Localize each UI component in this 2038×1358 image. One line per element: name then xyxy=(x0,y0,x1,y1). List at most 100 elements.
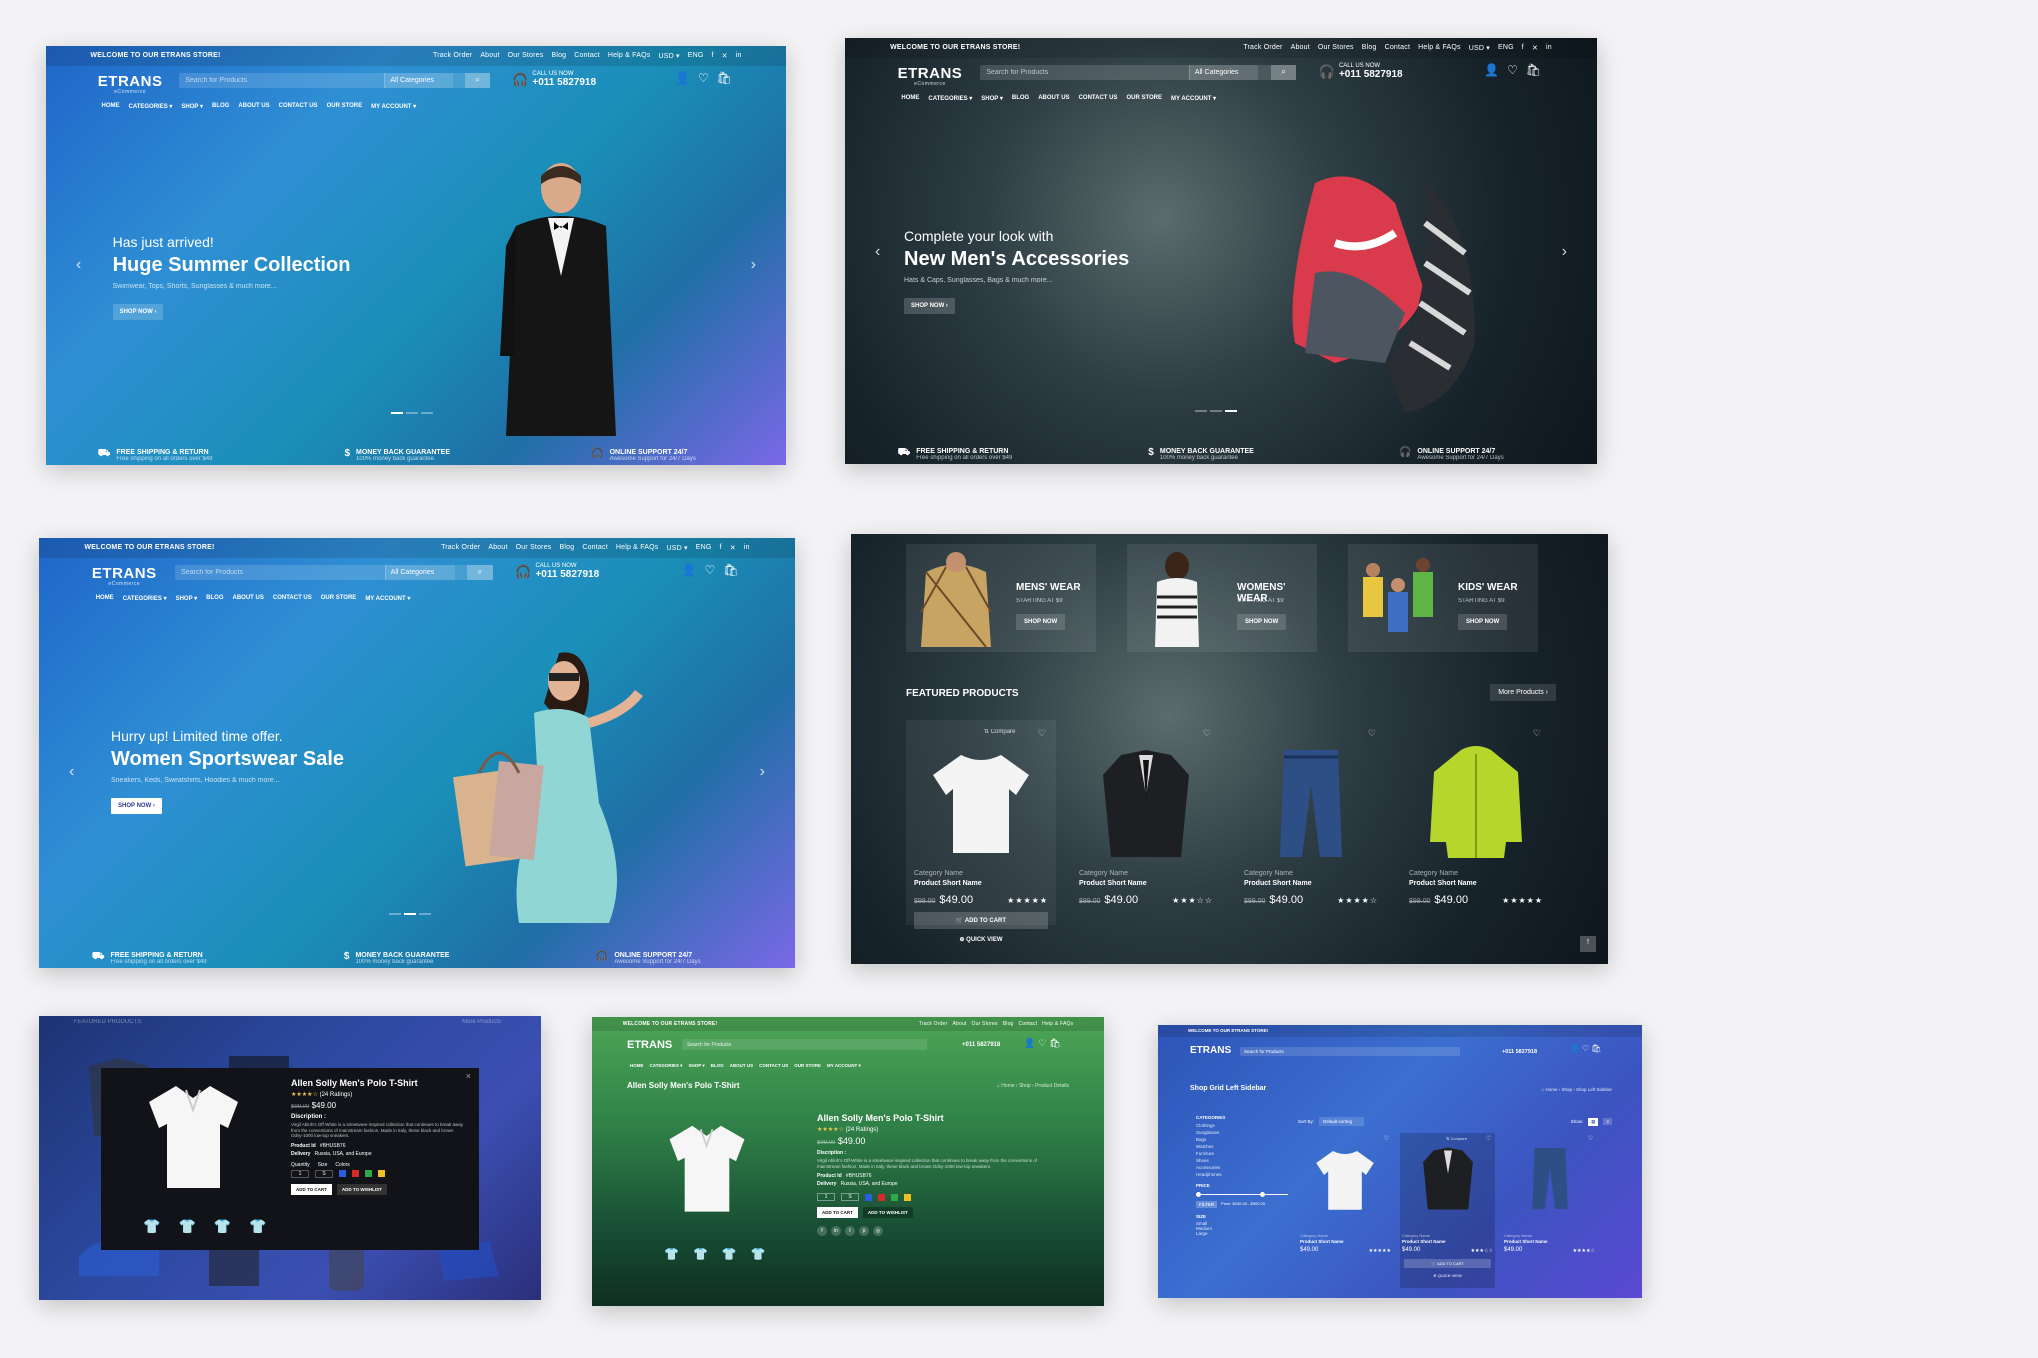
product-name[interactable]: Product Short Name xyxy=(1402,1239,1446,1244)
slider-dot[interactable] xyxy=(1225,410,1237,412)
color-swatch-blue[interactable] xyxy=(339,1170,346,1178)
facebook-icon[interactable]: f xyxy=(720,544,722,552)
linkedin-icon[interactable]: in xyxy=(831,1226,841,1237)
shop-now-button[interactable]: SHOP NOW › xyxy=(112,304,164,320)
top-link[interactable]: Contact xyxy=(1385,44,1411,52)
add-to-cart-button[interactable]: ADD TO CART xyxy=(817,1207,858,1219)
top-link[interactable]: Track Order xyxy=(441,544,480,552)
logo[interactable]: ETRANS xyxy=(627,1039,672,1051)
sidebar-item-furniture[interactable]: Furniture xyxy=(1196,1151,1288,1156)
nav-home[interactable]: HOME xyxy=(901,95,919,102)
nav-account[interactable]: MY ACCOUNT ▾ xyxy=(371,103,416,110)
nav-categories[interactable]: CATEGORIES ▾ xyxy=(928,95,972,102)
nav-categories[interactable]: CATEGORIES ▾ xyxy=(129,103,173,110)
product-name[interactable]: Product Short Name xyxy=(1504,1239,1548,1244)
top-link[interactable]: Our Stores xyxy=(516,544,552,552)
search-icon[interactable]: ⌕ xyxy=(465,73,490,88)
nav-about[interactable]: ABOUT US xyxy=(730,1063,754,1069)
nav-store[interactable]: OUR STORE xyxy=(327,103,363,110)
sidebar-item-bags[interactable]: Bags xyxy=(1196,1137,1288,1142)
slider-dot[interactable] xyxy=(389,913,401,915)
quick-view-button[interactable]: ⊕ QUICK VIEW xyxy=(1404,1273,1491,1278)
quick-view-button[interactable]: ⊕ QUICK VIEW xyxy=(914,936,1048,943)
prev-slide-icon[interactable]: ‹ xyxy=(76,256,81,274)
category-card-mens[interactable]: MENS' WEAR STARTING AT $9 SHOP NOW xyxy=(906,544,1096,652)
top-link[interactable]: Our Stores xyxy=(972,1021,998,1027)
instagram-icon[interactable]: ◎ xyxy=(873,1226,883,1237)
language-select[interactable]: ENG xyxy=(1498,44,1514,52)
top-link[interactable]: About xyxy=(480,52,499,60)
top-link[interactable]: About xyxy=(1291,44,1310,52)
sidebar-item-shoes[interactable]: Shoes xyxy=(1196,1158,1288,1163)
top-link[interactable]: Blog xyxy=(560,544,575,552)
product-card[interactable]: ♡ Category Name Product Short Name $99.0… xyxy=(1071,720,1221,925)
color-swatch-green[interactable] xyxy=(365,1170,372,1178)
cart-icon[interactable]: 🛍 xyxy=(723,563,738,577)
heart-icon[interactable]: ♡ xyxy=(1384,1135,1389,1142)
nav-shop[interactable]: SHOP ▾ xyxy=(981,95,1003,102)
nav-store[interactable]: OUR STORE xyxy=(794,1063,821,1069)
nav-shop[interactable]: SHOP ▾ xyxy=(181,103,203,110)
shop-now-button[interactable]: SHOP NOW xyxy=(1458,614,1508,630)
nav-blog[interactable]: BLOG xyxy=(1012,95,1029,102)
category-select[interactable]: All Categories xyxy=(384,73,453,88)
nav-contact[interactable]: CONTACT US xyxy=(273,595,312,602)
prev-slide-icon[interactable]: ‹ xyxy=(69,763,74,781)
list-view-icon[interactable]: ≡ xyxy=(1603,1118,1612,1125)
nav-account[interactable]: MY ACCOUNT ▾ xyxy=(827,1063,861,1069)
size-select[interactable]: S xyxy=(841,1193,859,1202)
category-select[interactable]: All Categories xyxy=(1188,65,1259,80)
top-link[interactable]: Track Order xyxy=(433,52,472,60)
user-icon[interactable]: 👤 xyxy=(682,563,697,577)
nav-store[interactable]: OUR STORE xyxy=(1126,95,1162,102)
heart-icon[interactable]: ♡ xyxy=(1533,728,1541,739)
prev-slide-icon[interactable]: ‹ xyxy=(875,243,880,261)
next-slide-icon[interactable]: › xyxy=(1562,243,1567,261)
price-slider[interactable] xyxy=(1196,1192,1288,1197)
nav-categories[interactable]: CATEGORIES ▾ xyxy=(650,1063,683,1069)
search-input[interactable]: Search for Products xyxy=(986,69,1048,76)
thumb-blue[interactable]: 👕 xyxy=(722,1247,737,1261)
search-input[interactable]: Search for Products xyxy=(1240,1047,1460,1056)
color-swatch-green[interactable] xyxy=(891,1193,898,1201)
top-link[interactable]: Our Stores xyxy=(1318,44,1354,52)
slider-dot[interactable] xyxy=(391,412,403,414)
search-input[interactable]: Search for Products xyxy=(185,77,247,84)
product-name[interactable]: Product Short Name xyxy=(1244,880,1312,887)
heart-icon[interactable]: ♡ xyxy=(1203,728,1211,739)
nav-home[interactable]: HOME xyxy=(102,103,120,110)
top-link[interactable]: Contact xyxy=(582,544,608,552)
compare-button[interactable]: ⇅ Compare xyxy=(984,728,1015,735)
slider-dot[interactable] xyxy=(1195,410,1207,412)
heart-icon[interactable]: ♡ xyxy=(1368,728,1376,739)
nav-about[interactable]: ABOUT US xyxy=(238,103,269,110)
logo[interactable]: ETRANS eCommerce xyxy=(898,65,963,87)
breadcrumb[interactable]: ⌂ Home › Shop › Shop Left Sidebar xyxy=(1541,1087,1612,1092)
thumb-yellow[interactable]: 👕 xyxy=(178,1218,195,1235)
logo[interactable]: ETRANS eCommerce xyxy=(98,73,163,95)
filter-button[interactable]: FILTER xyxy=(1196,1201,1218,1208)
shop-now-button[interactable]: SHOP NOW xyxy=(1237,614,1287,630)
add-to-wishlist-button[interactable]: ADD TO WISHLIST xyxy=(336,1183,387,1195)
shop-now-button[interactable]: SHOP NOW › xyxy=(904,298,955,314)
slider-dot[interactable] xyxy=(1210,410,1222,412)
nav-contact[interactable]: CONTACT US xyxy=(279,103,318,110)
sidebar-item-sunglasses[interactable]: Sunglasses xyxy=(1196,1130,1288,1135)
thumb-red[interactable]: 👕 xyxy=(751,1247,766,1261)
twitter-icon[interactable]: ✕ xyxy=(722,52,728,60)
shop-now-button[interactable]: SHOP NOW › xyxy=(111,798,162,814)
color-swatch-red[interactable] xyxy=(878,1193,885,1201)
color-swatch-blue[interactable] xyxy=(865,1193,872,1201)
facebook-icon[interactable]: f xyxy=(712,52,714,60)
heart-icon[interactable]: ♡ xyxy=(1588,1135,1593,1142)
search-input[interactable]: Search for Products xyxy=(682,1039,927,1050)
pinterest-icon[interactable]: p xyxy=(859,1226,869,1237)
slider-dot[interactable] xyxy=(404,913,416,915)
add-to-cart-button[interactable]: 🛒 ADD TO CART xyxy=(1404,1259,1491,1268)
logo[interactable]: ETRANS xyxy=(1190,1045,1231,1056)
product-card[interactable]: ⇅ Compare ♡ Category Name Product Short … xyxy=(906,720,1056,943)
linkedin-icon[interactable]: in xyxy=(1546,44,1552,52)
nav-blog[interactable]: BLOG xyxy=(206,595,223,602)
currency-select[interactable]: USD ▾ xyxy=(667,544,688,552)
grid-view-icon[interactable]: ▦ xyxy=(1588,1117,1599,1126)
